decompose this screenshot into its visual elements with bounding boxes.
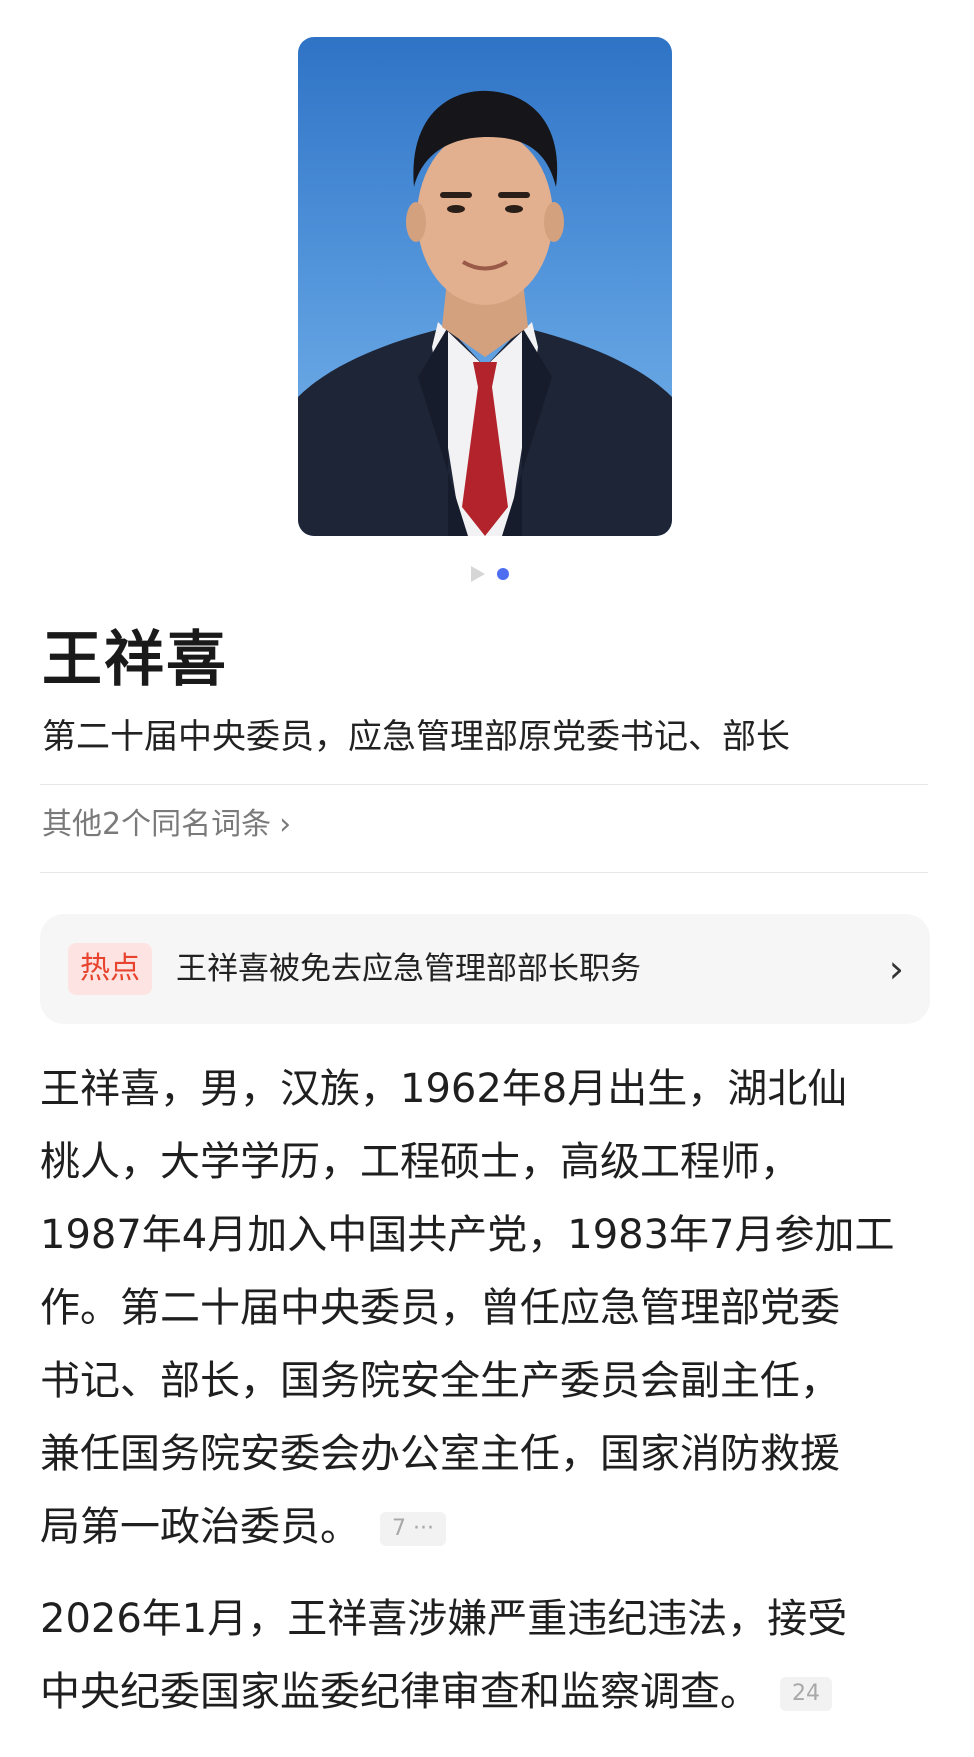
- summary-paragraph: 王祥喜，男，汉族，1962年8月出生，湖北仙 桃人，大学学历，工程硕士，高级工程…: [40, 1053, 940, 1564]
- portrait-photo[interactable]: [298, 37, 672, 536]
- summary-line: 兼任国务院安委会办公室主任，国家消防救援: [40, 1431, 840, 1477]
- citation-badge[interactable]: 24: [780, 1677, 832, 1711]
- hot-news-title: 王祥喜被免去应急管理部部长职务: [176, 951, 641, 987]
- summary-line: 王祥喜，男，汉族，1962年8月出生，湖北仙: [40, 1066, 848, 1112]
- entry-subtitle: 第二十届中央委员，应急管理部原党委书记、部长: [42, 717, 790, 757]
- summary-line: 1987年4月加入中国共产党，1983年7月参加工: [40, 1212, 895, 1258]
- entry-title: 王祥喜: [42, 625, 228, 695]
- portrait-image: [298, 37, 672, 536]
- carousel-dot-active[interactable]: [497, 568, 509, 580]
- carousel-indicator[interactable]: [0, 564, 974, 584]
- update-line: 中央纪委国家监委纪律审查和监察调查。: [40, 1669, 760, 1715]
- hot-news-card[interactable]: 热点 王祥喜被免去应急管理部部长职务 ›: [40, 914, 930, 1024]
- divider: [40, 872, 928, 873]
- chevron-right-icon: ›: [888, 947, 904, 991]
- divider: [40, 784, 928, 785]
- citation-badge[interactable]: 7 ···: [380, 1512, 446, 1546]
- chevron-right-icon: ›: [279, 807, 292, 842]
- summary-line: 局第一政治委员。: [40, 1504, 360, 1550]
- update-line: 2026年1月，王祥喜涉嫌严重违纪违法，接受: [40, 1596, 848, 1642]
- summary-line: 桃人，大学学历，工程硕士，高级工程师，: [40, 1139, 800, 1185]
- update-line-last: 中央纪委国家监委纪律审查和监察调查。 24: [40, 1656, 940, 1729]
- play-icon[interactable]: [471, 566, 485, 582]
- other-entries-label: 其他2个同名词条: [42, 807, 272, 842]
- summary-line: 书记、部长，国务院安全生产委员会副主任，: [40, 1358, 840, 1404]
- update-paragraph: 2026年1月，王祥喜涉嫌严重违纪违法，接受 中央纪委国家监委纪律审查和监察调查…: [40, 1583, 940, 1729]
- summary-line-last: 局第一政治委员。 7 ···: [40, 1491, 940, 1564]
- hot-badge: 热点: [68, 943, 152, 995]
- summary-line: 作。第二十届中央委员，曾任应急管理部党委: [40, 1285, 840, 1331]
- other-entries-link[interactable]: 其他2个同名词条 ›: [42, 800, 291, 850]
